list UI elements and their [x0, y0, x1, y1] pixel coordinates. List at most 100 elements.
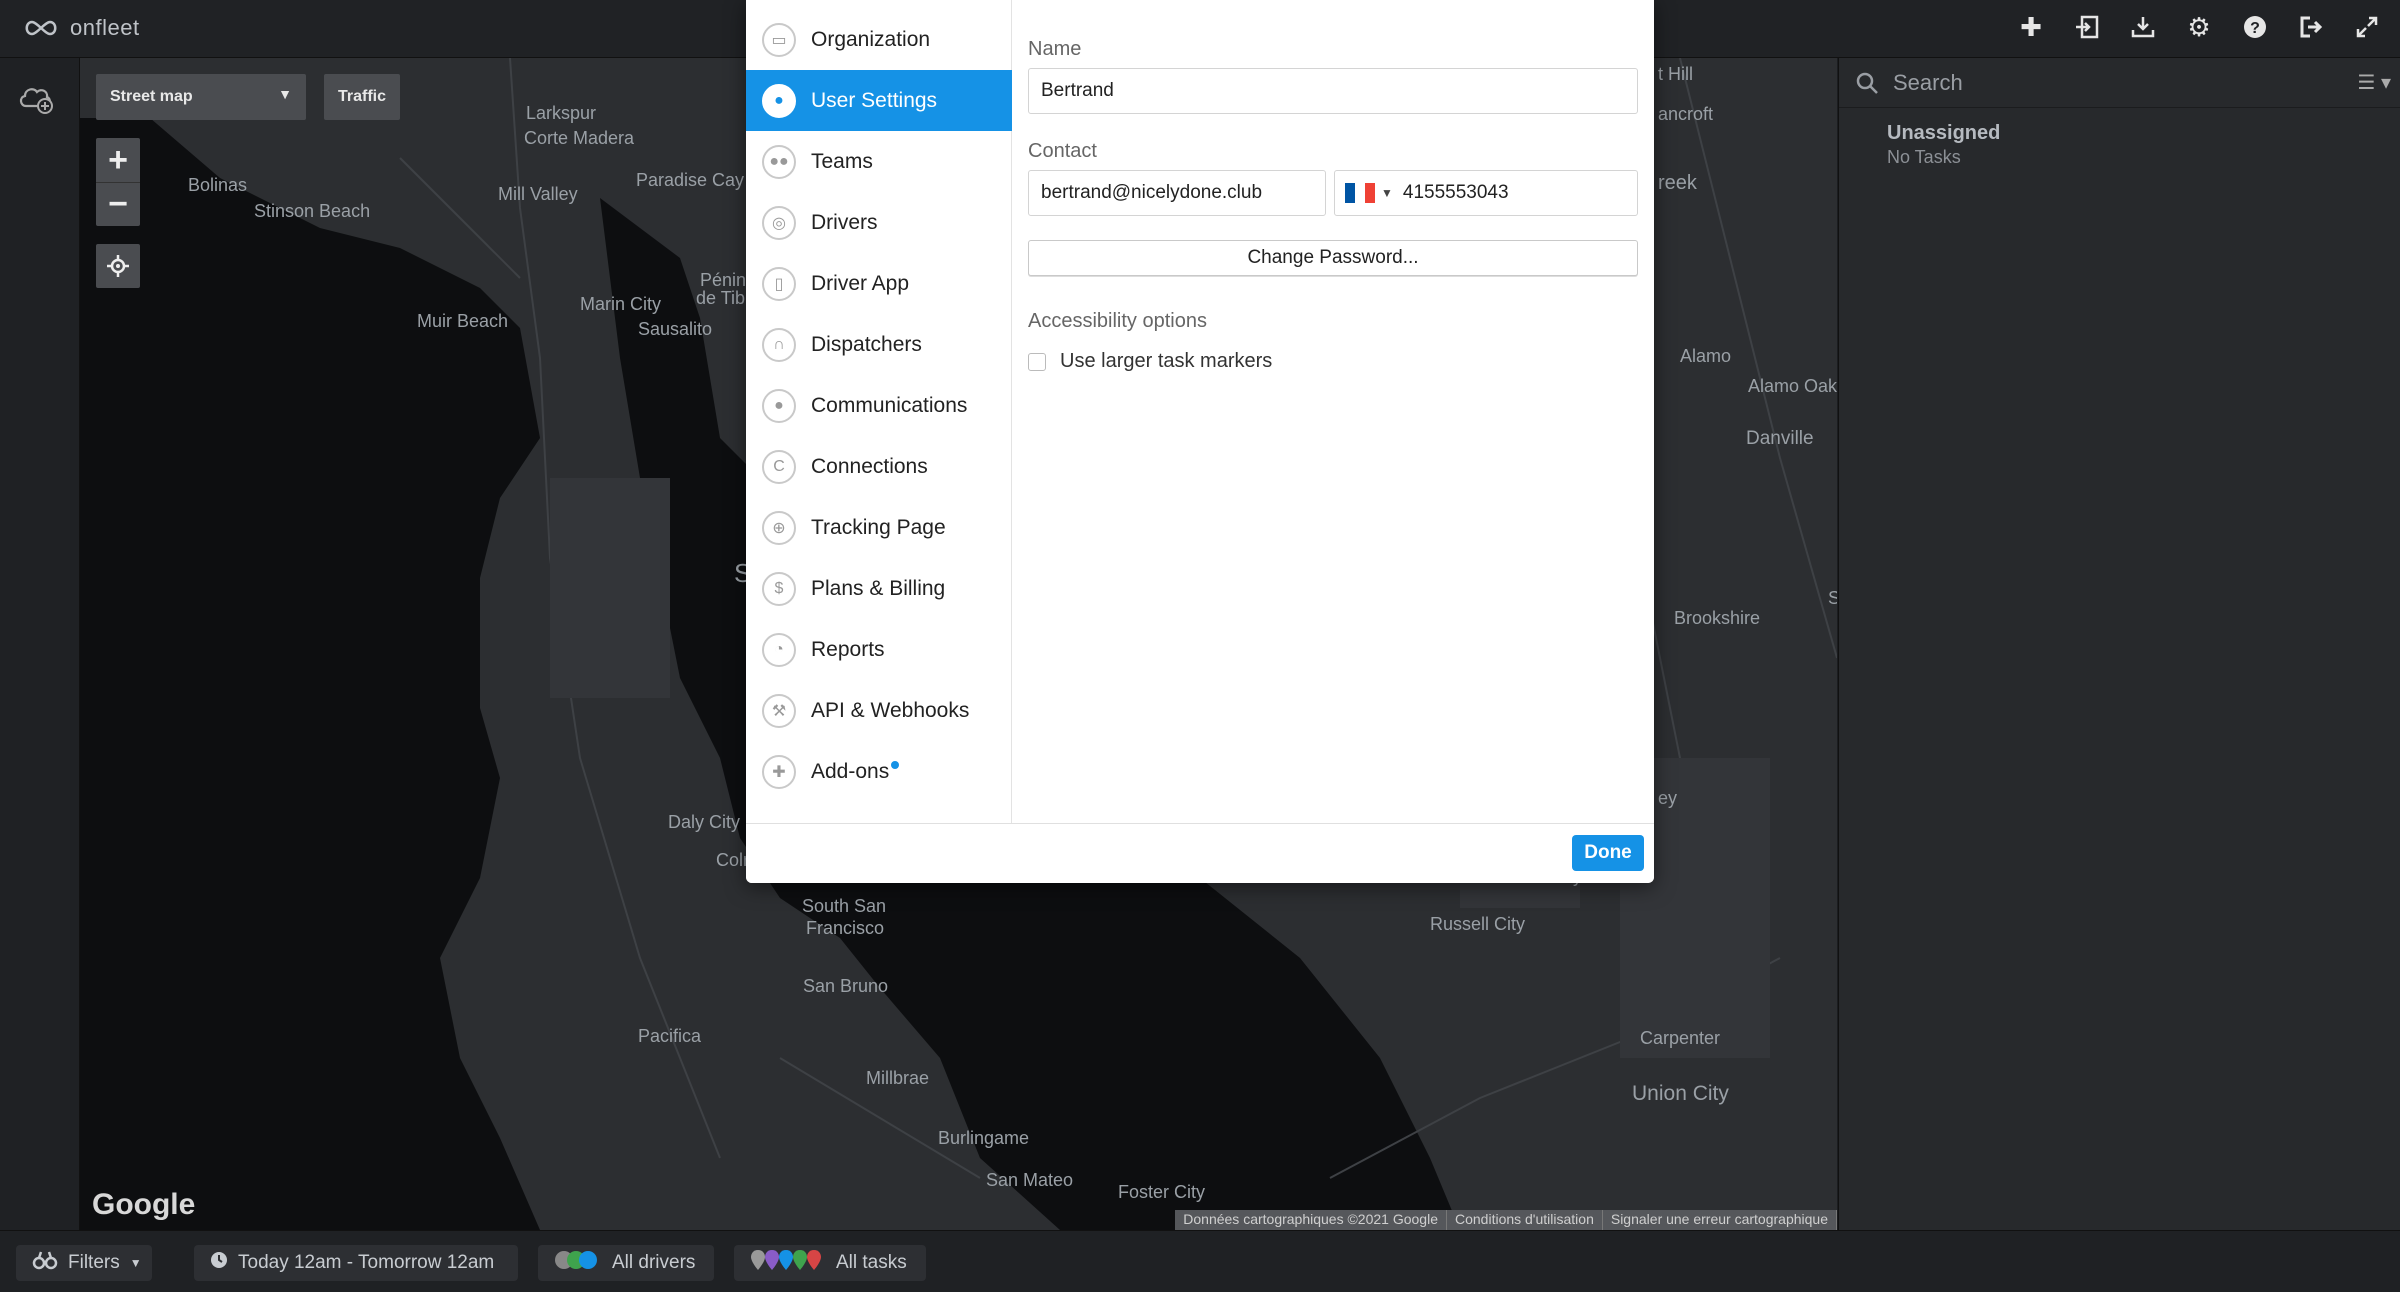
- name-label: Name: [1028, 38, 1082, 60]
- accessibility-label: Accessibility options: [1028, 310, 1207, 332]
- dollar-icon: $: [762, 571, 796, 606]
- settings-menu-label: Drivers: [811, 210, 878, 234]
- date-range-filter[interactable]: Today 12am - Tomorrow 12am: [194, 1245, 518, 1281]
- headset-icon: ∩: [762, 327, 796, 362]
- locate-button[interactable]: [96, 244, 140, 288]
- zoom-in-button[interactable]: +: [96, 138, 140, 182]
- map-label: Larkspur: [526, 103, 597, 123]
- phone-field[interactable]: ▼ 4155553043: [1334, 170, 1638, 216]
- settings-menu-item-drivers[interactable]: ◎ Drivers: [746, 192, 1012, 253]
- modal-footer: Done: [746, 823, 1654, 883]
- map-label: Millbrae: [866, 1068, 930, 1088]
- settings-menu-label: Communications: [811, 393, 968, 417]
- task-panel: Search ☰ ▾ Unassigned No Tasks: [1838, 58, 2400, 1230]
- settings-menu-item-tracking-page[interactable]: ⊕ Tracking Page: [746, 497, 1012, 558]
- map-label: Marin City: [580, 294, 662, 314]
- crosshair-icon: [107, 255, 129, 277]
- user-icon: ●: [762, 83, 796, 118]
- map-type-select[interactable]: Street map ▼: [96, 74, 306, 120]
- map-label: Mill Valley: [498, 184, 578, 204]
- map-label: Foster City: [1118, 1182, 1206, 1202]
- settings-menu-label: Plans & Billing: [811, 576, 946, 600]
- map-label: Bolinas: [188, 175, 248, 195]
- change-password-button[interactable]: Change Password...: [1028, 240, 1638, 276]
- date-range-label: Today 12am - Tomorrow 12am: [238, 1252, 495, 1273]
- list-options-icon[interactable]: ☰ ▾: [2357, 70, 2391, 95]
- target-icon: ⊕: [762, 510, 796, 545]
- larger-markers-checkbox[interactable]: [1028, 352, 1046, 371]
- steering-wheel-icon: ◎: [762, 205, 796, 240]
- map-label: Corte Madera: [524, 128, 635, 148]
- phone-icon: ▯: [762, 266, 796, 301]
- map-type-value: Street map: [110, 88, 193, 105]
- add-task-cloud-icon[interactable]: [16, 80, 56, 116]
- settings-menu-item-communications[interactable]: ● Communications: [746, 375, 1012, 436]
- search-input[interactable]: Search: [1893, 70, 1963, 96]
- zoom-controls: + −: [96, 138, 140, 226]
- map-label: Union City: [1632, 1082, 1729, 1105]
- download-icon[interactable]: [2128, 12, 2158, 42]
- caret-down-icon: ▼: [1381, 186, 1393, 200]
- map-label: Sausalito: [638, 319, 713, 339]
- settings-menu-item-dispatchers[interactable]: ∩ Dispatchers: [746, 314, 1012, 375]
- settings-menu-item-driver-app[interactable]: ▯ Driver App: [746, 253, 1012, 314]
- logout-icon[interactable]: [2296, 12, 2326, 42]
- map-label: Danville: [1746, 428, 1814, 449]
- map-label: Francisco: [806, 918, 885, 938]
- map-label: Russell City: [1430, 914, 1526, 934]
- larger-markers-label: Use larger task markers: [1060, 350, 1273, 372]
- plus-icon[interactable]: ✚: [2016, 12, 2046, 42]
- map-label: San Bruno: [803, 976, 889, 996]
- search-bar[interactable]: Search ☰ ▾: [1839, 58, 2400, 108]
- phone-input[interactable]: 4155553043: [1403, 182, 1509, 204]
- briefcase-icon: ▭: [762, 22, 796, 57]
- zoom-out-button[interactable]: −: [96, 182, 140, 226]
- map-label: Muir Beach: [417, 311, 509, 331]
- larger-markers-option[interactable]: Use larger task markers: [1028, 350, 1272, 373]
- done-button[interactable]: Done: [1572, 835, 1644, 871]
- country-flag-select[interactable]: ▼: [1345, 183, 1393, 203]
- unassigned-title: Unassigned: [1887, 122, 2001, 144]
- pie-chart-icon: ◔: [762, 632, 796, 667]
- traffic-label: Traffic: [337, 88, 386, 105]
- map-label: Daly City: [668, 812, 741, 832]
- map-label: Pacifica: [638, 1026, 702, 1046]
- logo-text: onfleet: [70, 15, 140, 40]
- settings-menu-item-organization[interactable]: ▭ Organization: [746, 9, 1012, 70]
- binoculars-icon: [32, 1250, 58, 1276]
- settings-menu-label: Tracking Page: [811, 515, 946, 539]
- settings-menu-item-reports[interactable]: ◔ Reports: [746, 619, 1012, 680]
- help-icon[interactable]: ?: [2240, 12, 2270, 42]
- settings-menu-label: Organization: [811, 27, 931, 51]
- onfleet-logo[interactable]: onfleet: [22, 12, 140, 44]
- expand-icon[interactable]: [2352, 12, 2382, 42]
- settings-menu-item-add-ons[interactable]: ✚ Add-ons: [746, 741, 1012, 802]
- terms-link[interactable]: Conditions d'utilisation: [1447, 1210, 1603, 1230]
- report-error-link[interactable]: Signaler une erreur cartographique: [1603, 1210, 1837, 1230]
- unassigned-group[interactable]: Unassigned No Tasks: [1887, 122, 2000, 168]
- drivers-filter[interactable]: All drivers: [538, 1245, 714, 1281]
- chat-icon: ●: [762, 388, 796, 423]
- filters-button[interactable]: Filters ▼: [16, 1245, 152, 1281]
- settings-menu-item-user-settings[interactable]: ● User Settings: [746, 70, 1012, 131]
- contact-label: Contact: [1028, 140, 1097, 162]
- name-input[interactable]: Bertrand: [1028, 68, 1638, 114]
- settings-menu-item-plans-billing[interactable]: $ Plans & Billing: [746, 558, 1012, 619]
- france-flag-icon: [1345, 183, 1375, 203]
- settings-menu-item-connections[interactable]: C Connections: [746, 436, 1012, 497]
- map-data-credit: Données cartographiques ©2021 Google: [1175, 1210, 1447, 1230]
- connection-icon: C: [762, 449, 796, 484]
- settings-menu-label: API & Webhooks: [811, 698, 970, 722]
- gear-icon[interactable]: ⚙: [2184, 12, 2214, 42]
- tasks-filter[interactable]: All tasks: [734, 1245, 926, 1281]
- email-input[interactable]: bertrand@nicelydone.club: [1028, 170, 1326, 216]
- traffic-button[interactable]: Traffic: [324, 74, 400, 120]
- settings-menu-item-teams[interactable]: ●● Teams: [746, 131, 1012, 192]
- google-logo: Google: [92, 1188, 196, 1221]
- settings-menu-item-api-webhooks[interactable]: ⚒ API & Webhooks: [746, 680, 1012, 741]
- import-icon[interactable]: [2072, 12, 2102, 42]
- settings-menu-label: User Settings: [811, 88, 938, 112]
- map-label: San Mateo: [986, 1170, 1074, 1190]
- settings-menu-label: Connections: [811, 454, 928, 478]
- wrench-icon: ⚒: [762, 693, 796, 728]
